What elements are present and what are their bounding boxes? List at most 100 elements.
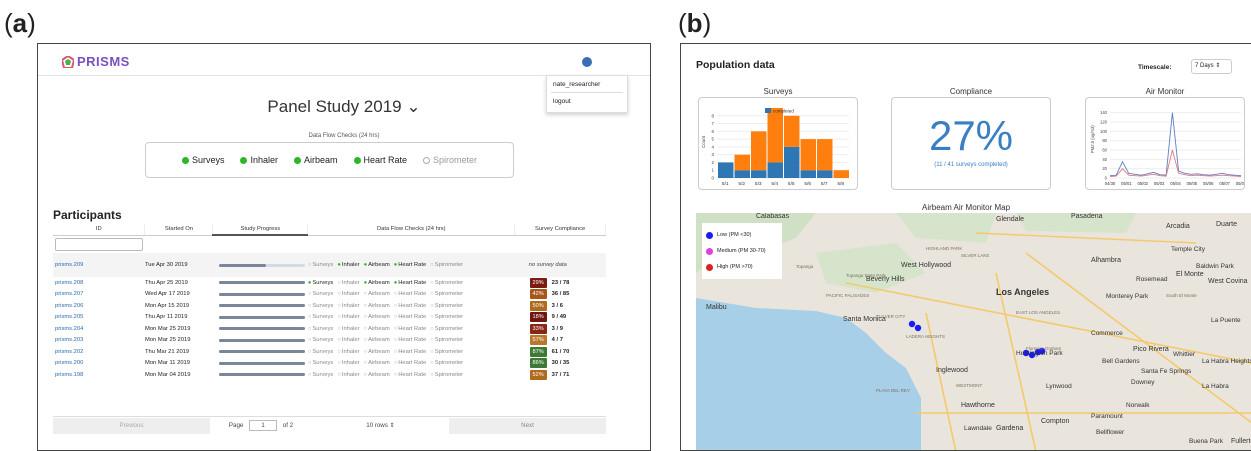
status-dot-icon <box>240 156 248 164</box>
survey-bar[interactable] <box>784 146 800 178</box>
survey-bar[interactable] <box>734 170 751 178</box>
user-account-icon[interactable] <box>582 57 592 67</box>
data-flow-check-3: Heart Rate <box>353 155 407 165</box>
x-tick-label: 05/03 <box>1154 181 1165 186</box>
map-title: Airbeam Air Monitor Map <box>921 203 1011 212</box>
table-row[interactable]: prisms.202Thu Mar 21 2019 Surveys Inhaler A… <box>53 346 606 358</box>
column-header-started[interactable]: Started On <box>144 224 214 236</box>
prisms-logo[interactable]: PRISMS <box>62 54 130 69</box>
table-row[interactable]: prisms.204Mon Mar 25 2019 Surveys Inhaler A… <box>53 323 606 335</box>
x-tick-label: 5/8 <box>837 181 844 187</box>
column-header-compliance[interactable]: Survey Compliance <box>514 224 606 236</box>
compliance-cell: 18% 9 / 49 <box>515 312 606 324</box>
data-flow-status: Spirometer <box>430 303 463 309</box>
map-place-label: Paramount <box>1091 413 1123 420</box>
participant-id-link[interactable]: prisms.209 <box>53 253 145 277</box>
previous-page-button[interactable]: Previous <box>53 417 210 434</box>
survey-bar[interactable] <box>734 154 751 171</box>
timescale-select[interactable]: 7 Days ⇕ <box>1191 59 1232 74</box>
x-tick-label: 05/01 <box>1121 181 1132 186</box>
rows-per-page-select[interactable]: 10 rows ⇕ <box>312 422 449 429</box>
map-place-label: West Hollywood <box>901 262 952 269</box>
study-progress-bar <box>218 263 305 267</box>
participant-id-link[interactable]: prisms.202 <box>53 346 145 358</box>
survey-bar[interactable] <box>833 170 850 178</box>
table-row[interactable]: prisms.208Thu Apr 25 2019 Surveys Inhaler A… <box>53 277 606 289</box>
study-title-dropdown[interactable]: Panel Study 2019 ⌄ <box>38 97 650 117</box>
table-row[interactable]: prisms.200Mon Mar 11 2019 Surveys Inhaler A… <box>53 358 606 370</box>
study-progress-fill <box>218 361 305 365</box>
map-place-label: La Puente <box>1211 317 1241 324</box>
x-tick-label: 5/7 <box>821 181 828 187</box>
survey-bar[interactable] <box>800 170 817 178</box>
compliance-cell: 57% 4 / 7 <box>515 335 606 347</box>
participant-id-link[interactable]: prisms.200 <box>53 358 145 370</box>
survey-bar[interactable] <box>784 115 800 147</box>
column-header-data-flow[interactable]: Data Flow Checks (24 hrs) <box>307 224 516 236</box>
y-tick-label: 5 <box>711 137 714 142</box>
map-place-label: Hawthorne <box>961 402 995 409</box>
x-tick-label: 5/1 <box>722 181 729 187</box>
participant-id-link[interactable]: prisms.198 <box>53 369 145 381</box>
participant-id-link[interactable]: prisms.207 <box>53 289 145 301</box>
legend-label: Medium (PM 30-70) <box>717 248 766 254</box>
air-sensor-marker[interactable] <box>914 324 922 332</box>
table-row[interactable]: prisms.205Thu Apr 11 2019 Surveys Inhaler A… <box>53 312 606 324</box>
map-place-label: Whittier <box>1173 351 1196 358</box>
survey-bar[interactable] <box>718 162 734 178</box>
study-progress-fill <box>218 315 305 319</box>
survey-bar[interactable] <box>800 139 817 171</box>
participant-id-link[interactable]: prisms.203 <box>53 335 145 347</box>
data-flow-check-label: Inhaler <box>250 155 278 165</box>
menu-item-username[interactable]: nate_researcher <box>547 76 627 88</box>
study-progress-bar <box>218 315 305 319</box>
compliance-cell: 52% 37 / 71 <box>515 369 606 381</box>
column-header-id[interactable]: ID <box>53 224 146 236</box>
study-progress-bar <box>218 373 305 377</box>
pacific-ocean <box>696 298 921 450</box>
column-header-progress[interactable]: Study Progress <box>212 224 309 236</box>
data-flow-status: Surveys <box>308 262 333 268</box>
compliance-cell: 50% 3 / 6 <box>515 300 606 312</box>
survey-bar[interactable] <box>767 162 784 178</box>
participant-id-link[interactable]: prisms.204 <box>53 323 145 335</box>
participant-id-link[interactable]: prisms.208 <box>53 277 145 289</box>
table-row[interactable]: prisms.207Wed Apr 17 2019 Surveys Inhaler A… <box>53 289 606 301</box>
study-progress-fill <box>218 350 305 354</box>
map-place-label: Glendale <box>996 216 1025 223</box>
survey-bar[interactable] <box>767 108 784 163</box>
compliance-badge: 18% <box>529 312 547 323</box>
table-row[interactable]: prisms.203Mon Mar 25 2019 Surveys Inhaler A… <box>53 335 606 347</box>
compliance-badge: 86% <box>529 358 547 369</box>
id-filter-input[interactable] <box>55 237 143 251</box>
map-place-label: Arcadia <box>1166 223 1190 230</box>
air-sensor-marker[interactable] <box>908 320 916 328</box>
y-tick-label: 40 <box>1102 157 1107 162</box>
compliance-card-title: Compliance <box>949 87 993 96</box>
participant-id-link[interactable]: prisms.205 <box>53 312 145 324</box>
table-row[interactable]: prisms.206Mon Apr 15 2019 Surveys Inhaler A… <box>53 300 606 312</box>
y-tick-label: 140 <box>1100 110 1108 115</box>
logo-text: PRISMS <box>77 54 130 69</box>
compliance-cell: 33% 3 / 9 <box>515 323 606 335</box>
next-page-button[interactable]: Next <box>449 417 606 434</box>
table-row[interactable]: prisms.198Mon Mar 04 2019 Surveys Inhaler A… <box>53 369 606 381</box>
survey-bar[interactable] <box>751 170 767 178</box>
legend-item: Low (PM <30) <box>706 227 778 243</box>
participant-id-link[interactable]: prisms.206 <box>53 300 145 312</box>
page-number-input[interactable]: 1 <box>249 420 278 431</box>
study-progress-fill <box>218 292 305 296</box>
map-place-label: Duarte <box>1216 221 1238 228</box>
table-row[interactable]: prisms.209Tue Apr 30 2019 Surveys Inhaler A… <box>53 253 606 277</box>
survey-bar[interactable] <box>751 131 767 171</box>
compliance-count: 3 / 6 <box>551 302 563 309</box>
survey-bar[interactable] <box>817 170 833 178</box>
data-flow-status: Airbeam <box>364 291 390 297</box>
data-flow-status: Airbeam <box>364 280 390 286</box>
survey-bar[interactable] <box>817 139 833 171</box>
map-place-label: Buena Park <box>1189 438 1223 445</box>
airbeam-map[interactable]: Low (PM <30) Medium (PM 30-70) High (PM >7… <box>696 213 1251 450</box>
y-axis-label: Count <box>701 135 706 148</box>
compliance-count: 23 / 78 <box>551 279 570 286</box>
data-flow-check-4: Spirometer <box>423 155 477 165</box>
